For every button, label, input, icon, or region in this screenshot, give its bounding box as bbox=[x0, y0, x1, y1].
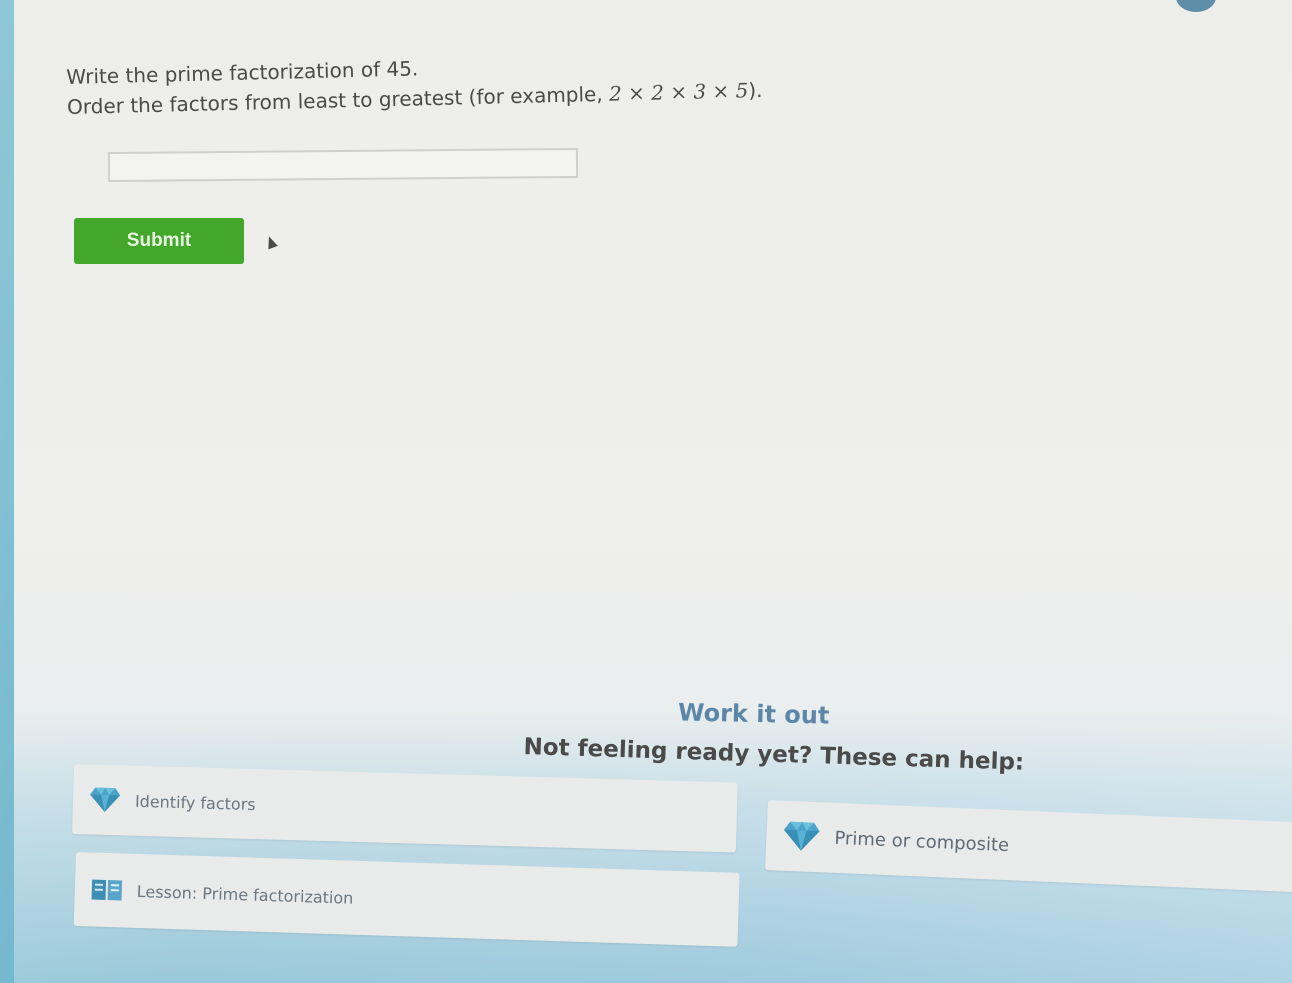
mouse-cursor-icon bbox=[264, 234, 278, 250]
help-subtitle: Not feeling ready yet? These can help: bbox=[523, 734, 1025, 776]
help-item-label: Lesson: Prime factorization bbox=[136, 881, 354, 908]
corner-divider bbox=[1226, 0, 1266, 4]
help-item-lesson-prime-factorization[interactable]: Lesson: Prime factorization bbox=[73, 852, 740, 947]
help-item-prime-or-composite[interactable]: Prime or composite bbox=[765, 800, 1292, 894]
diamond-icon bbox=[89, 786, 122, 813]
question-example-math: 2 × 2 × 3 × 5 bbox=[608, 78, 749, 106]
corner-avatar-icon[interactable] bbox=[1176, 0, 1216, 12]
answer-input[interactable] bbox=[107, 147, 579, 183]
question-line-2-end: ). bbox=[748, 77, 763, 103]
lesson-book-icon bbox=[90, 876, 123, 903]
help-title: Work it out bbox=[677, 698, 830, 730]
diamond-icon bbox=[782, 820, 821, 854]
question-prompt: Write the prime factorization of 45. Ord… bbox=[66, 45, 763, 122]
help-item-label: Prime or composite bbox=[834, 827, 1010, 856]
help-item-identify-factors[interactable]: Identify factors bbox=[72, 764, 738, 853]
submit-button[interactable]: Submit bbox=[74, 218, 244, 264]
practice-page: Write the prime factorization of 45. Ord… bbox=[14, 0, 1292, 983]
help-item-label: Identify factors bbox=[134, 791, 256, 814]
